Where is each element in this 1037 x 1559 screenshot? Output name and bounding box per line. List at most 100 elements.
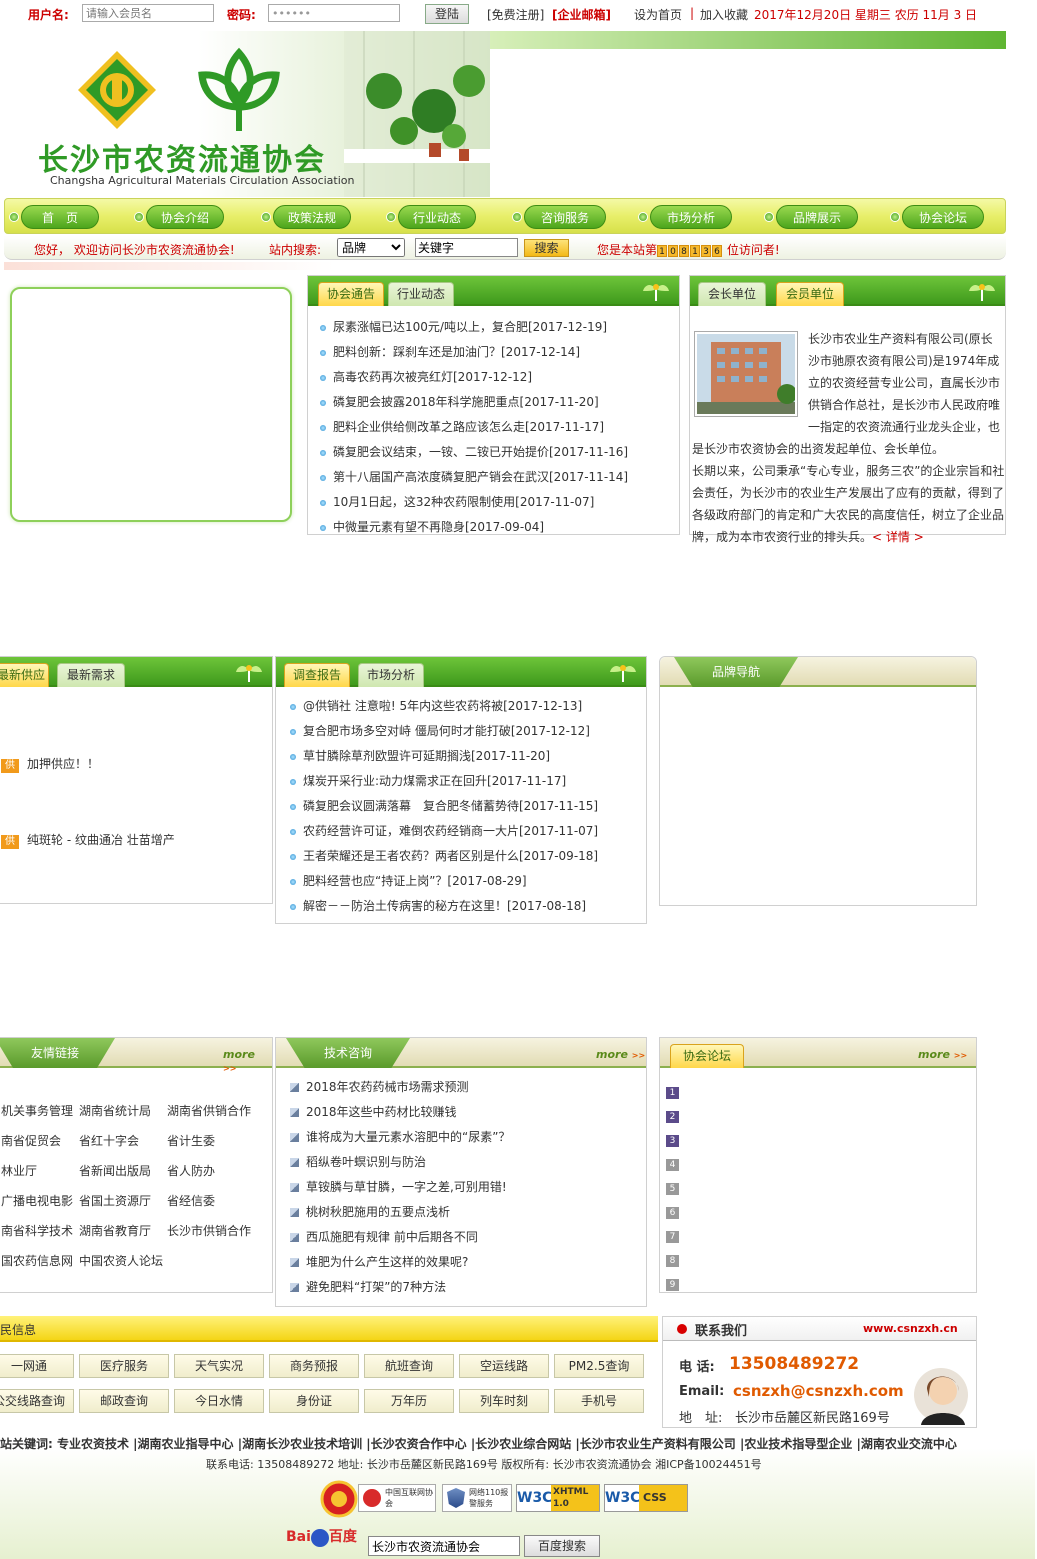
list-item-text[interactable]: 王者荣耀还是王者农药？两者区别是什么[2017-09-18] — [303, 849, 598, 863]
list-item[interactable]: 草甘膦除草剂欧盟许可延期搁浅[2017-11-20] — [290, 747, 550, 764]
links-more-link[interactable]: more >> — [223, 1048, 272, 1074]
list-item-text[interactable]: 2018年农药药械市场需求预测 — [306, 1080, 469, 1094]
list-item[interactable]: 桃树秋肥施用的五要点浅析 — [290, 1203, 450, 1220]
list-item-text[interactable]: 肥料创新：踩刹车还是加油门？[2017-12-14] — [333, 345, 580, 359]
tab-market-analysis[interactable]: 市场分析 — [358, 663, 424, 687]
civil-button[interactable]: 医疗服务 — [79, 1354, 169, 1378]
list-item-text[interactable]: 磷复肥会议圆满落幕 复合肥冬储蓄势待[2017-11-15] — [303, 799, 598, 813]
link-item[interactable]: 省计生委 — [167, 1132, 215, 1149]
list-item[interactable]: 磷复肥会议圆满落幕 复合肥冬储蓄势待[2017-11-15] — [290, 797, 598, 814]
list-item-text[interactable]: 避免肥料“打架”的7种方法 — [306, 1280, 446, 1294]
link-item[interactable]: 省经信委 — [167, 1192, 215, 1209]
link-item[interactable]: 省人防办 — [167, 1162, 215, 1179]
list-item-text[interactable]: 复合肥市场多空对峙 僵局何时才能打破[2017-12-12] — [303, 724, 590, 738]
tab-member-unit[interactable]: 会员单位 — [776, 282, 844, 306]
list-item[interactable]: 农药经营许可证，难倒农药经销商一大片[2017-11-07] — [290, 822, 598, 839]
nav-item-brand[interactable]: 品牌展示 — [776, 205, 858, 229]
police-badge-icon[interactable] — [320, 1480, 358, 1518]
list-item-text[interactable]: 肥料经营也应“持证上岗”？[2017-08-29] — [303, 874, 527, 888]
link-item[interactable]: 南省科学技术 — [1, 1222, 73, 1239]
search-button[interactable]: 搜索 — [524, 239, 569, 257]
list-item-text[interactable]: 草铵膦与草甘膦，一字之差,可别用错! — [306, 1180, 507, 1194]
tab-industry-news[interactable]: 行业动态 — [388, 282, 454, 306]
supply-item[interactable]: 供纯斑轮 - 纹曲通冶 壮苗增产 — [1, 831, 175, 849]
forum-row[interactable]: 3 — [666, 1132, 679, 1156]
list-item-text[interactable]: 农药经营许可证，难倒农药经销商一大片[2017-11-07] — [303, 824, 598, 838]
link-item[interactable]: 省红十字会 — [79, 1132, 139, 1149]
list-item-text[interactable]: 第十八届国产高浓度磷复肥产销会在武汉[2017-11-14] — [333, 470, 628, 484]
link-item[interactable]: 省新闻出版局 — [79, 1162, 151, 1179]
nav-item-policy[interactable]: 政策法规 — [273, 205, 351, 229]
tab-president-unit[interactable]: 会长单位 — [698, 282, 766, 306]
link-item[interactable]: 广播电视电影 — [1, 1192, 73, 1209]
list-item-text[interactable]: 堆肥为什么产生这样的效果呢? — [306, 1255, 468, 1269]
list-item-text[interactable]: 桃树秋肥施用的五要点浅析 — [306, 1205, 450, 1219]
list-item-text[interactable]: 西瓜施肥有规律 前中后期各不同 — [306, 1230, 478, 1244]
forum-row[interactable]: 8 — [666, 1252, 679, 1276]
register-link[interactable]: [免费注册] — [487, 6, 544, 23]
civil-button[interactable]: 空运线路 — [459, 1354, 549, 1378]
username-input[interactable] — [82, 4, 214, 22]
list-item[interactable]: 尿素涨幅已达100元/吨以上，复合肥[2017-12-19] — [320, 318, 607, 335]
set-homepage-link[interactable]: 设为首页 — [634, 6, 682, 23]
nav-item-about[interactable]: 协会介绍 — [146, 205, 224, 229]
list-item-text[interactable]: 肥料企业供给侧改革之路应该怎么走[2017-11-17] — [333, 420, 604, 434]
nav-item-forum[interactable]: 协会论坛 — [902, 205, 984, 229]
tab-latest-demand[interactable]: 最新需求 — [57, 663, 125, 687]
list-item[interactable]: 肥料创新：踩刹车还是加油门？[2017-12-14] — [320, 343, 580, 360]
civil-button[interactable]: PM2.5查询 — [554, 1354, 644, 1378]
link-item[interactable]: 湖南省统计局 — [79, 1102, 151, 1119]
link-item[interactable]: 长沙市供销合作 — [167, 1222, 251, 1239]
civil-button[interactable]: 手机号 — [554, 1389, 644, 1413]
mail-link[interactable]: [企业邮箱] — [552, 6, 611, 23]
link-item[interactable]: 湖南省供销合作 — [167, 1102, 251, 1119]
list-item[interactable]: 2018年农药药械市场需求预测 — [290, 1078, 469, 1095]
list-item-text[interactable]: 2018年这些中药材比较赚钱 — [306, 1105, 457, 1119]
list-item[interactable]: 2018年这些中药材比较赚钱 — [290, 1103, 457, 1120]
list-item[interactable]: 谁将成为大量元素水溶肥中的“尿素”？ — [290, 1128, 510, 1145]
civil-button[interactable]: 天气实况 — [174, 1354, 264, 1378]
forum-row[interactable]: 6 — [666, 1204, 679, 1228]
footer-badge[interactable]: 中国互联网协会 — [358, 1484, 436, 1512]
list-item-text[interactable]: 煤炭开采行业:动力煤需求正在回升[2017-11-17] — [303, 774, 566, 788]
more-text[interactable]: more — [223, 1048, 255, 1061]
list-item[interactable]: 避免肥料“打架”的7种方法 — [290, 1278, 446, 1295]
detail-link[interactable]: < 详情 > — [872, 530, 924, 544]
supply-item[interactable]: 供加押供应！！ — [1, 755, 99, 773]
list-item[interactable]: 中微量元素有望不再隐身[2017-09-04] — [320, 518, 544, 535]
list-item-text[interactable]: 磷复肥会披露2018年科学施肥重点[2017-11-20] — [333, 395, 599, 409]
list-item[interactable]: 肥料企业供给侧改革之路应该怎么走[2017-11-17] — [320, 418, 604, 435]
link-item[interactable]: 机关事务管理 — [1, 1102, 73, 1119]
footer-badge[interactable]: W3C CSS — [604, 1484, 688, 1512]
list-item[interactable]: 磷复肥会披露2018年科学施肥重点[2017-11-20] — [320, 393, 599, 410]
list-item-text[interactable]: 谁将成为大量元素水溶肥中的“尿素”？ — [306, 1130, 510, 1144]
forum-row[interactable]: 7 — [666, 1228, 679, 1252]
nav-item-market[interactable]: 市场分析 — [650, 205, 732, 229]
footer-badge[interactable]: 网络110报警服务 — [442, 1484, 512, 1512]
tab-association-notice[interactable]: 协会通告 — [318, 282, 384, 306]
link-item[interactable]: 湖南省教育厅 — [79, 1222, 151, 1239]
civil-button[interactable]: 身份证 — [269, 1389, 359, 1413]
civil-button[interactable]: 今日水情 — [174, 1389, 264, 1413]
footer-badge[interactable]: W3C XHTML 1.0 — [516, 1484, 600, 1512]
forum-row[interactable]: 4 — [666, 1156, 679, 1180]
list-item[interactable]: 解密－－防治土传病害的秘方在这里！[2017-08-18] — [290, 897, 586, 914]
civil-button[interactable]: 列车时刻 — [459, 1389, 549, 1413]
civil-button[interactable]: 航班查询 — [364, 1354, 454, 1378]
baidu-search-button[interactable]: 百度搜索 — [524, 1535, 600, 1557]
forum-row[interactable]: 1 — [666, 1084, 679, 1108]
list-item[interactable]: 第十八届国产高浓度磷复肥产销会在武汉[2017-11-14] — [320, 468, 628, 485]
list-item-text[interactable]: 磷复肥会议结束，一铵、二铵已开始提价[2017-11-16] — [333, 445, 628, 459]
more-text[interactable]: more — [918, 1048, 950, 1061]
list-item-text[interactable]: 草甘膦除草剂欧盟许可延期搁浅[2017-11-20] — [303, 749, 550, 763]
list-item[interactable]: 堆肥为什么产生这样的效果呢? — [290, 1253, 468, 1270]
login-button[interactable]: 登陆 — [425, 4, 469, 24]
tab-latest-supply[interactable]: 最新供应 — [0, 663, 49, 687]
list-item-text[interactable]: 尿素涨幅已达100元/吨以上，复合肥[2017-12-19] — [333, 320, 607, 334]
list-item[interactable]: 煤炭开采行业:动力煤需求正在回升[2017-11-17] — [290, 772, 566, 789]
list-item-text[interactable]: 解密－－防治土传病害的秘方在这里！[2017-08-18] — [303, 899, 586, 913]
link-item[interactable]: 林业厅 — [1, 1162, 37, 1179]
list-item-text[interactable]: @供销社 注意啦! 5年内这些农药将被[2017-12-13] — [303, 699, 582, 713]
tech-more-link[interactable]: more >> — [596, 1048, 645, 1061]
password-input[interactable] — [268, 4, 400, 22]
